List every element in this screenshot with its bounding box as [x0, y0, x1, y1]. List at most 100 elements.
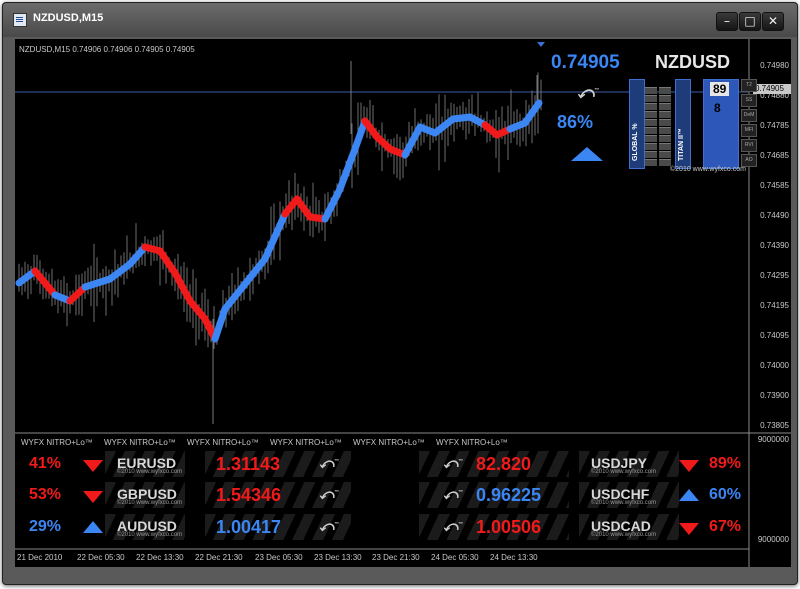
trend-ribbon-segment	[321, 185, 344, 223]
ticker-left-eurusd: 41% EURUSD ©2010 www.wyfxco.com 1.31143 ⤺™	[15, 451, 351, 477]
time-axis-label: 23 Dec 05:30	[255, 553, 303, 562]
meter-cell	[659, 95, 671, 102]
meter-cell	[659, 143, 671, 150]
current-price-marker: 0.74905	[753, 84, 791, 94]
widget-arrow-up-icon	[571, 147, 603, 161]
titan-value-bottom: 8	[714, 101, 721, 115]
ticker-price: 1.00417	[216, 517, 282, 537]
arrow-down-icon	[83, 460, 103, 472]
chart-shift-marker	[537, 42, 545, 47]
wyfx-logo-icon: ⤺™	[443, 455, 463, 471]
ticker-price: 1.54346	[216, 485, 282, 505]
price-axis-label: 0.73900	[760, 391, 789, 400]
trend-ribbon-segment	[211, 305, 229, 343]
meter-cell	[659, 87, 671, 94]
window-title: NZDUSD,M15	[33, 12, 104, 24]
time-axis-label: 24 Dec 13:30	[490, 553, 538, 562]
indicator-label: WYFX NITRO+Lo™	[353, 438, 425, 447]
chart-window-icon	[13, 13, 27, 27]
meter-cell	[659, 135, 671, 142]
time-axis-label: 22 Dec 21:30	[195, 553, 243, 562]
price-axis-label: 0.74980	[760, 61, 789, 70]
meter-cell	[659, 103, 671, 110]
ticker-percent: 89%	[709, 455, 742, 472]
meter-cell	[645, 119, 657, 126]
ticker-left-audusd: 29% AUDUSD ©2010 www.wyfxco.com 1.00417 ⤺™	[15, 514, 351, 540]
wyfx-logo-icon: ⤺™	[319, 518, 339, 534]
ticker-copyright: ©2010 www.wyfxco.com	[591, 500, 657, 506]
minimize-button[interactable]: –	[716, 12, 738, 31]
subwindow-scale-top: 9000000	[757, 435, 789, 444]
ticker-copyright: ©2010 www.wyfxco.com	[591, 469, 657, 475]
indicator-button-ss[interactable]: SS	[741, 94, 757, 107]
indicator-label: WYFX NITRO+Lo™	[21, 438, 93, 447]
time-axis-label: 22 Dec 13:30	[136, 553, 184, 562]
title-bar[interactable]: NZDUSD,M15 – □ ✕	[3, 3, 797, 37]
arrow-up-icon	[679, 489, 699, 501]
indicator-label: WYFX NITRO+Lo™	[104, 438, 176, 447]
arrow-down-icon	[83, 491, 103, 503]
global-bar-label: GLOBAL %	[632, 123, 639, 161]
meter-cell	[645, 95, 657, 102]
ticker-copyright: ©2010 www.wyfxco.com	[117, 469, 183, 475]
trend-ribbon-segment	[336, 145, 359, 193]
trend-ribbon-segment	[186, 297, 209, 323]
price-axis-label: 0.74785	[760, 121, 789, 130]
time-axis-label: 24 Dec 05:30	[431, 553, 479, 562]
time-axis-label: 23 Dec 13:30	[314, 553, 362, 562]
close-button[interactable]: ✕	[762, 12, 784, 31]
ticker-percent: 29%	[29, 518, 62, 535]
meter-cell	[645, 111, 657, 118]
price-axis-label: 0.74390	[760, 241, 789, 250]
meter-cell	[659, 111, 671, 118]
widget-price: 0.74905	[551, 52, 620, 73]
ticker-percent: 41%	[29, 455, 62, 472]
indicator-label: WYFX NITRO+Lo™	[436, 438, 508, 447]
trend-ribbon-segment	[261, 210, 289, 263]
meter-cell	[645, 127, 657, 134]
price-axis-label: 0.74195	[760, 301, 789, 310]
meter-cell	[645, 159, 657, 166]
meter-cell	[659, 119, 671, 126]
ticker-right-usdjpy: ⤺™ 82.820 USDJPY ©2010 www.wyfxco.com 89%	[419, 451, 749, 477]
chart-symbol-info: NZDUSD,M15 0.74906 0.74906 0.74905 0.749…	[19, 45, 195, 54]
ticker-price: 1.31143	[216, 454, 281, 474]
indicator-button-rvi[interactable]: RVI	[741, 139, 757, 152]
arrow-down-icon	[679, 523, 699, 535]
meter-cell	[659, 159, 671, 166]
ticker-copyright: ©2010 www.wyfxco.com	[591, 532, 657, 538]
indicator-label: WYFX NITRO+Lo™	[270, 438, 342, 447]
maximize-button[interactable]: □	[739, 12, 761, 31]
trend-ribbon-segment	[156, 247, 179, 277]
wyfx-logo-icon: ⤺™	[577, 85, 600, 102]
terminal-window: NZDUSD,M15 – □ ✕ NZDUSD,M15 0.74906 0.74…	[2, 2, 798, 585]
price-axis-label: 0.74685	[760, 151, 789, 160]
meter-cell	[659, 151, 671, 158]
subwindow-scale-bottom: 9000000	[757, 535, 789, 544]
meter-cell	[645, 135, 657, 142]
ticker-copyright: ©2010 www.wyfxco.com	[117, 532, 183, 538]
ticker-right-usdcad: ⤺™ 1.00506 USDCAD ©2010 www.wyfxco.com 67%	[419, 514, 749, 540]
chart-area[interactable]: NZDUSD,M15 0.74906 0.74906 0.74905 0.749…	[15, 39, 791, 567]
indicator-button-dem[interactable]: DeM	[741, 109, 757, 122]
meter-cell	[645, 103, 657, 110]
ticker-right-usdchf: ⤺™ 0.96225 USDCHF ©2010 www.wyfxco.com 60%	[419, 482, 749, 508]
price-axis-label: 0.73805	[760, 421, 789, 430]
ticker-percent: 53%	[29, 486, 62, 503]
meter-cell	[645, 87, 657, 94]
indicator-button-mfi[interactable]: MFI	[741, 124, 757, 137]
ticker-price: 0.96225	[476, 485, 542, 505]
indicator-button-t2[interactable]: T2	[741, 79, 757, 92]
titan-value-top: 89	[710, 82, 730, 96]
time-axis-label: 21 Dec 2010	[17, 553, 63, 562]
ticker-percent: 67%	[709, 518, 742, 535]
ticker-left-gbpusd: 53% GBPUSD ©2010 www.wyfxco.com 1.54346 ⤺™	[15, 482, 351, 508]
widget-copyright: ©2010 www.wyfxco.com	[670, 166, 746, 173]
ticker-price: 82.820	[476, 454, 532, 474]
ticker-copyright: ©2010 www.wyfxco.com	[117, 500, 183, 506]
meter-cell	[645, 151, 657, 158]
time-axis-label: 23 Dec 21:30	[372, 553, 420, 562]
time-axis-label: 22 Dec 05:30	[77, 553, 125, 562]
wyfx-logo-icon: ⤺™	[443, 518, 463, 534]
widget-strength: 86%	[557, 112, 594, 132]
